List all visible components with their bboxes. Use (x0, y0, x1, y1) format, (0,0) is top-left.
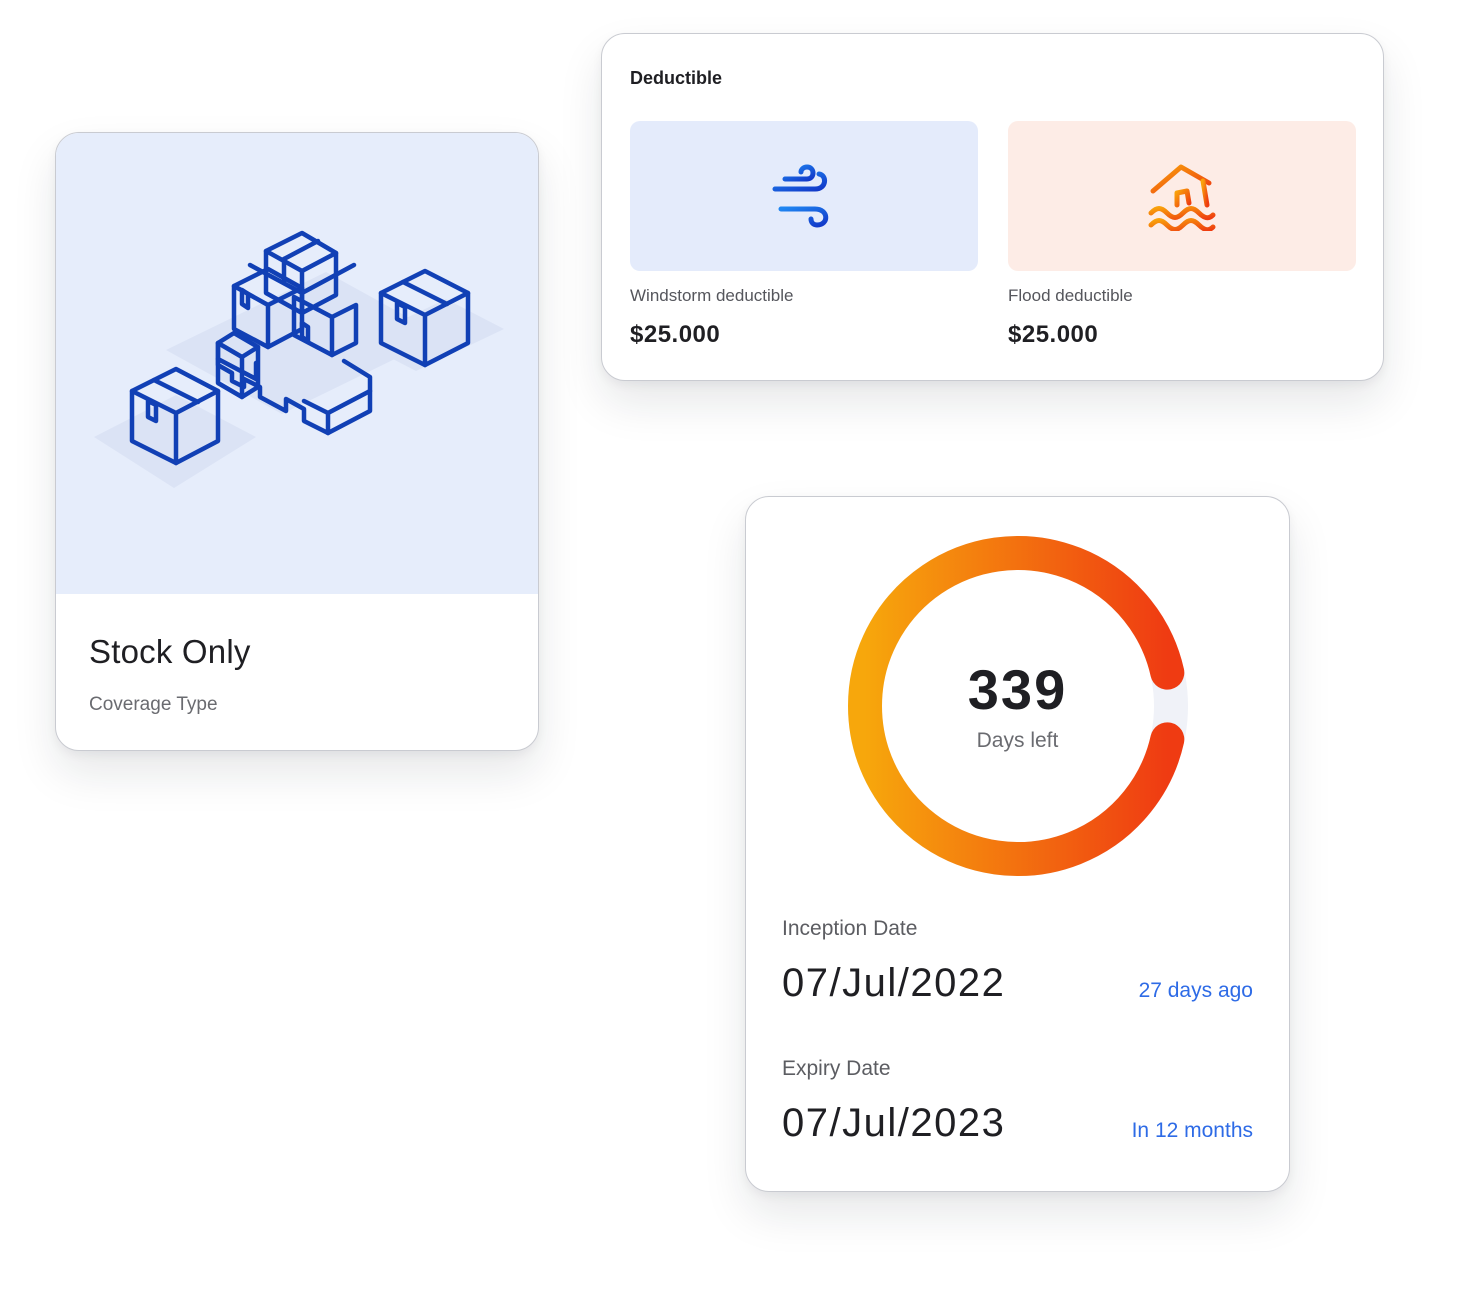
expiry-relative: In 12 months (1131, 1119, 1253, 1142)
flood-label: Flood deductible (1008, 286, 1133, 305)
policy-period-card: 339 Days left Inception Date 07/Jul/2022… (745, 496, 1290, 1192)
inception-date-label: Inception Date (782, 917, 918, 940)
inception-relative: 27 days ago (1138, 979, 1253, 1002)
wind-icon (772, 164, 829, 228)
flood-value: $25.000 (1008, 321, 1099, 348)
days-left-label: Days left (976, 729, 1059, 752)
expiry-date-value: 07/Jul/2023 (782, 1101, 1006, 1145)
coverage-title: Stock Only (89, 633, 251, 670)
windstorm-tile (630, 121, 978, 271)
inception-date-value: 07/Jul/2022 (782, 961, 1006, 1005)
deductible-title: Deductible (630, 68, 723, 88)
windstorm-value: $25.000 (630, 321, 721, 348)
flooded-house-icon (1148, 164, 1216, 231)
expiry-date-label: Expiry Date (782, 1057, 891, 1080)
flood-tile (1008, 121, 1356, 271)
coverage-type-card: Stock Only Coverage Type (55, 132, 539, 751)
days-left-number: 339 (967, 658, 1068, 721)
stock-illustration (56, 133, 538, 594)
deductible-card: Deductible Windstorm deductible $25.000 … (601, 33, 1384, 381)
windstorm-label: Windstorm deductible (630, 286, 794, 305)
coverage-subtitle: Coverage Type (89, 694, 218, 715)
stacked-boxes-icon (94, 230, 504, 488)
